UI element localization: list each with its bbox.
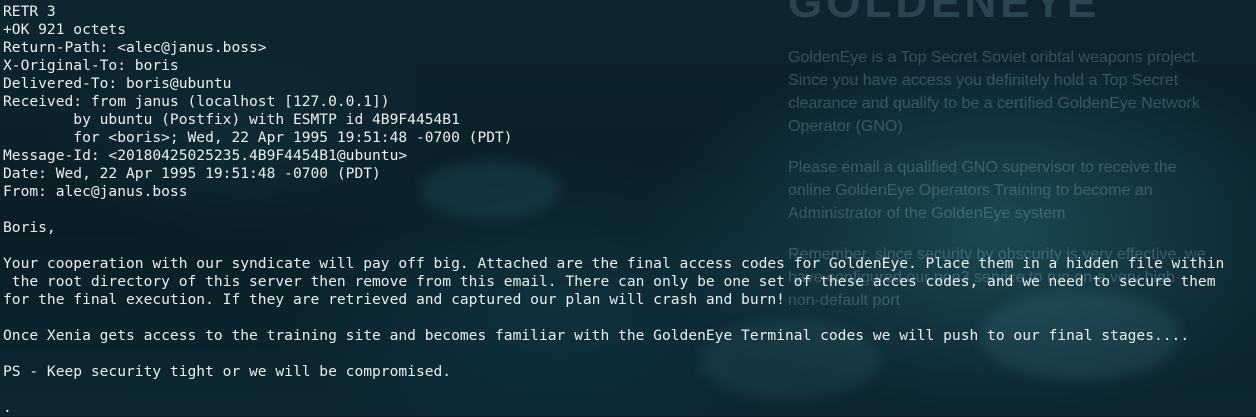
terminal-line-header: Received: from janus (localhost [127.0.0… bbox=[3, 93, 390, 110]
terminal-line-header: Delivered-To: boris@ubuntu bbox=[3, 75, 232, 92]
terminal-line-body: for the final execution. If they are ret… bbox=[3, 291, 785, 308]
terminal-line-header: Return-Path: <alec@janus.boss> bbox=[3, 39, 267, 56]
terminal-line-header: by ubuntu (Postfix) with ESMTP id 4B9F44… bbox=[3, 111, 460, 128]
terminal-line-header: From: alec@janus.boss bbox=[3, 183, 188, 200]
terminal-line-server-response: +OK 921 octets bbox=[3, 21, 127, 38]
terminal-line-header: Date: Wed, 22 Apr 1995 19:51:48 -0700 (P… bbox=[3, 165, 381, 182]
terminal-window[interactable]: RETR 3 +OK 921 octets Return-Path: <alec… bbox=[0, 0, 1256, 416]
terminal-line-header: X-Original-To: boris bbox=[3, 57, 179, 74]
terminal-line-end-marker: . bbox=[3, 399, 12, 416]
terminal-line-body: Boris, bbox=[3, 219, 56, 236]
terminal-line-body: Your cooperation with our syndicate will… bbox=[3, 255, 1225, 272]
terminal-line-body: Once Xenia gets access to the training s… bbox=[3, 327, 1190, 344]
terminal-line-command: RETR 3 bbox=[3, 3, 56, 20]
terminal-line-header: for <boris>; Wed, 22 Apr 1995 19:51:48 -… bbox=[3, 129, 513, 146]
terminal-line-body: PS - Keep security tight or we will be c… bbox=[3, 363, 452, 380]
terminal-line-body: the root directory of this server then r… bbox=[3, 273, 1216, 290]
terminal-line-header: Message-Id: <20180425025235.4B9F4454B1@u… bbox=[3, 147, 408, 164]
